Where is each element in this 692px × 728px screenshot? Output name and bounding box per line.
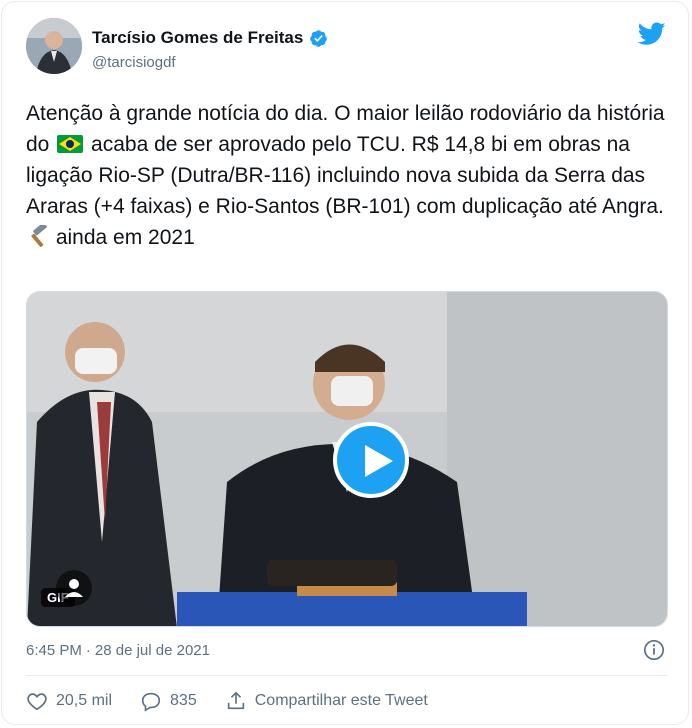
user-tag-icon[interactable] <box>56 570 92 606</box>
tweet-media[interactable]: GIF <box>26 291 668 627</box>
tweet-date[interactable]: 28 de jul de 2021 <box>95 642 210 659</box>
reply-icon <box>141 692 161 712</box>
heart-icon <box>27 693 47 711</box>
twitter-bird-icon[interactable] <box>638 22 666 46</box>
hammer-icon <box>31 225 47 247</box>
info-icon[interactable] <box>643 639 665 661</box>
tweet-card: Tarcísio Gomes de Freitas @tarcisiogdf A… <box>1 1 689 725</box>
tweet-text-part2: acaba de ser aprovado pelo TCU. R$ 14,8 … <box>26 133 664 218</box>
share-label: Compartilhar este Tweet <box>254 692 428 709</box>
like-count: 20,5 mil <box>56 692 113 709</box>
tweet-time[interactable]: 6:45 PM <box>26 642 82 659</box>
meta-separator: · <box>85 642 91 659</box>
share-button[interactable]: Compartilhar este Tweet <box>225 690 428 712</box>
divider <box>26 675 668 676</box>
play-button[interactable] <box>333 422 409 498</box>
tweet-text-part3: ainda em 2021 <box>50 226 195 249</box>
share-icon <box>227 691 244 710</box>
tweet-actions: 20,5 mil 835 Compartilhar este Tweet <box>26 690 456 712</box>
brazil-flag-icon <box>57 135 84 153</box>
author-name[interactable]: Tarcísio Gomes de Freitas <box>92 28 303 48</box>
tweet-text: Atenção à grande notícia do dia. O maior… <box>26 98 666 253</box>
reply-count: 835 <box>170 692 197 709</box>
verified-icon <box>310 29 328 47</box>
author-name-row: Tarcísio Gomes de Freitas <box>92 28 328 48</box>
reply-button[interactable]: 835 <box>140 690 197 712</box>
tweet-meta: 6:45 PM · 28 de jul de 2021 <box>26 642 210 659</box>
author-handle[interactable]: @tarcisiogdf <box>92 54 176 71</box>
like-button[interactable]: 20,5 mil <box>26 690 112 712</box>
play-icon <box>365 445 393 477</box>
avatar[interactable] <box>26 18 82 74</box>
